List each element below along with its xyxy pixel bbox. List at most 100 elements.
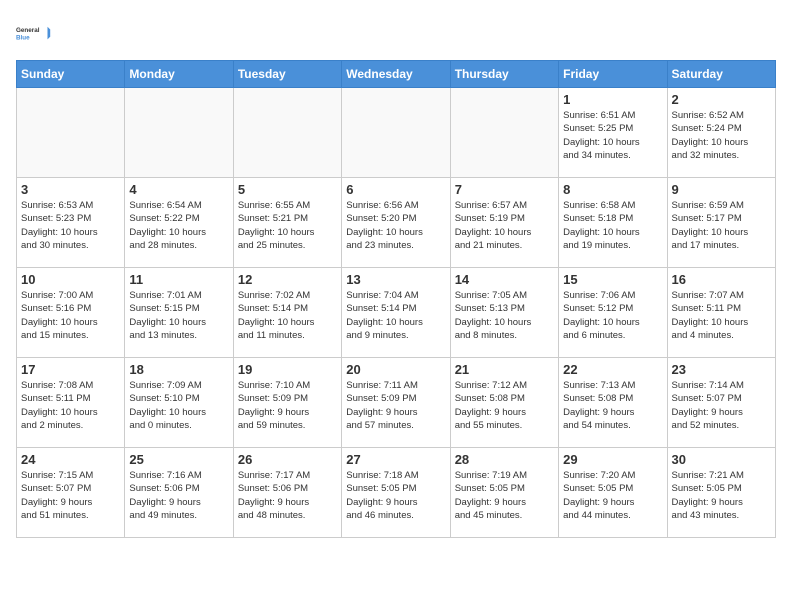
day-info: Sunrise: 7:16 AM Sunset: 5:06 PM Dayligh… bbox=[129, 469, 228, 522]
day-number: 8 bbox=[563, 182, 662, 197]
calendar-cell: 12 Sunrise: 7:02 AM Sunset: 5:14 PM Dayli… bbox=[233, 268, 341, 358]
day-info: Sunrise: 6:53 AM Sunset: 5:23 PM Dayligh… bbox=[21, 199, 120, 252]
calendar-body: 1 Sunrise: 6:51 AM Sunset: 5:25 PM Daylig… bbox=[17, 88, 776, 538]
calendar-cell: 30 Sunrise: 7:21 AM Sunset: 5:05 PM Dayli… bbox=[667, 448, 775, 538]
calendar-cell: 17 Sunrise: 7:08 AM Sunset: 5:11 PM Dayli… bbox=[17, 358, 125, 448]
day-number: 28 bbox=[455, 452, 554, 467]
calendar-cell: 22Sunrise: 7:13 AM Sunset: 5:08 PM Dayli… bbox=[559, 358, 667, 448]
day-info: Sunrise: 6:54 AM Sunset: 5:22 PM Dayligh… bbox=[129, 199, 228, 252]
day-info: Sunrise: 7:17 AM Sunset: 5:06 PM Dayligh… bbox=[238, 469, 337, 522]
day-info: Sunrise: 6:57 AM Sunset: 5:19 PM Dayligh… bbox=[455, 199, 554, 252]
week-row-3: 10Sunrise: 7:00 AM Sunset: 5:16 PM Dayli… bbox=[17, 268, 776, 358]
day-number: 27 bbox=[346, 452, 445, 467]
weekday-row: SundayMondayTuesdayWednesdayThursdayFrid… bbox=[17, 61, 776, 88]
week-row-4: 17 Sunrise: 7:08 AM Sunset: 5:11 PM Dayli… bbox=[17, 358, 776, 448]
day-number: 30 bbox=[672, 452, 771, 467]
logo: General Blue bbox=[16, 16, 52, 52]
svg-text:General: General bbox=[16, 27, 40, 34]
day-number: 6 bbox=[346, 182, 445, 197]
day-number: 14 bbox=[455, 272, 554, 287]
calendar-cell: 21Sunrise: 7:12 AM Sunset: 5:08 PM Dayli… bbox=[450, 358, 558, 448]
day-number: 25 bbox=[129, 452, 228, 467]
calendar-cell: 14 Sunrise: 7:05 AM Sunset: 5:13 PM Dayli… bbox=[450, 268, 558, 358]
day-info: Sunrise: 7:20 AM Sunset: 5:05 PM Dayligh… bbox=[563, 469, 662, 522]
day-number: 1 bbox=[563, 92, 662, 107]
calendar-cell: 15 Sunrise: 7:06 AM Sunset: 5:12 PM Dayli… bbox=[559, 268, 667, 358]
day-info: Sunrise: 7:00 AM Sunset: 5:16 PM Dayligh… bbox=[21, 289, 120, 342]
calendar-cell: 27Sunrise: 7:18 AM Sunset: 5:05 PM Dayli… bbox=[342, 448, 450, 538]
day-info: Sunrise: 7:02 AM Sunset: 5:14 PM Dayligh… bbox=[238, 289, 337, 342]
weekday-header-wednesday: Wednesday bbox=[342, 61, 450, 88]
weekday-header-thursday: Thursday bbox=[450, 61, 558, 88]
calendar-cell: 24Sunrise: 7:15 AM Sunset: 5:07 PM Dayli… bbox=[17, 448, 125, 538]
day-info: Sunrise: 7:21 AM Sunset: 5:05 PM Dayligh… bbox=[672, 469, 771, 522]
day-number: 17 bbox=[21, 362, 120, 377]
page-header: General Blue bbox=[16, 16, 776, 52]
svg-text:Blue: Blue bbox=[16, 34, 30, 41]
day-info: Sunrise: 7:08 AM Sunset: 5:11 PM Dayligh… bbox=[21, 379, 120, 432]
weekday-header-tuesday: Tuesday bbox=[233, 61, 341, 88]
day-number: 7 bbox=[455, 182, 554, 197]
day-info: Sunrise: 7:01 AM Sunset: 5:15 PM Dayligh… bbox=[129, 289, 228, 342]
calendar-cell: 8 Sunrise: 6:58 AM Sunset: 5:18 PM Daylig… bbox=[559, 178, 667, 268]
day-number: 16 bbox=[672, 272, 771, 287]
calendar-cell: 20 Sunrise: 7:11 AM Sunset: 5:09 PM Dayli… bbox=[342, 358, 450, 448]
calendar-cell: 11 Sunrise: 7:01 AM Sunset: 5:15 PM Dayli… bbox=[125, 268, 233, 358]
day-info: Sunrise: 7:06 AM Sunset: 5:12 PM Dayligh… bbox=[563, 289, 662, 342]
weekday-header-saturday: Saturday bbox=[667, 61, 775, 88]
day-number: 15 bbox=[563, 272, 662, 287]
day-info: Sunrise: 6:58 AM Sunset: 5:18 PM Dayligh… bbox=[563, 199, 662, 252]
calendar-cell bbox=[17, 88, 125, 178]
calendar-cell: 6 Sunrise: 6:56 AM Sunset: 5:20 PM Daylig… bbox=[342, 178, 450, 268]
calendar-cell: 25 Sunrise: 7:16 AM Sunset: 5:06 PM Dayli… bbox=[125, 448, 233, 538]
day-info: Sunrise: 7:09 AM Sunset: 5:10 PM Dayligh… bbox=[129, 379, 228, 432]
calendar-cell: 5 Sunrise: 6:55 AM Sunset: 5:21 PM Daylig… bbox=[233, 178, 341, 268]
day-number: 18 bbox=[129, 362, 228, 377]
day-number: 20 bbox=[346, 362, 445, 377]
day-info: Sunrise: 7:04 AM Sunset: 5:14 PM Dayligh… bbox=[346, 289, 445, 342]
calendar-cell: 4 Sunrise: 6:54 AM Sunset: 5:22 PM Daylig… bbox=[125, 178, 233, 268]
calendar-cell: 13 Sunrise: 7:04 AM Sunset: 5:14 PM Dayli… bbox=[342, 268, 450, 358]
day-number: 19 bbox=[238, 362, 337, 377]
day-info: Sunrise: 7:10 AM Sunset: 5:09 PM Dayligh… bbox=[238, 379, 337, 432]
week-row-5: 24Sunrise: 7:15 AM Sunset: 5:07 PM Dayli… bbox=[17, 448, 776, 538]
calendar-cell bbox=[233, 88, 341, 178]
day-info: Sunrise: 7:12 AM Sunset: 5:08 PM Dayligh… bbox=[455, 379, 554, 432]
logo-icon: General Blue bbox=[16, 16, 52, 52]
day-info: Sunrise: 7:11 AM Sunset: 5:09 PM Dayligh… bbox=[346, 379, 445, 432]
day-info: Sunrise: 6:55 AM Sunset: 5:21 PM Dayligh… bbox=[238, 199, 337, 252]
week-row-1: 1 Sunrise: 6:51 AM Sunset: 5:25 PM Daylig… bbox=[17, 88, 776, 178]
day-info: Sunrise: 7:19 AM Sunset: 5:05 PM Dayligh… bbox=[455, 469, 554, 522]
day-number: 11 bbox=[129, 272, 228, 287]
day-info: Sunrise: 7:14 AM Sunset: 5:07 PM Dayligh… bbox=[672, 379, 771, 432]
day-number: 13 bbox=[346, 272, 445, 287]
day-info: Sunrise: 6:51 AM Sunset: 5:25 PM Dayligh… bbox=[563, 109, 662, 162]
calendar-cell: 1 Sunrise: 6:51 AM Sunset: 5:25 PM Daylig… bbox=[559, 88, 667, 178]
calendar-cell bbox=[450, 88, 558, 178]
day-info: Sunrise: 6:52 AM Sunset: 5:24 PM Dayligh… bbox=[672, 109, 771, 162]
calendar-cell bbox=[342, 88, 450, 178]
weekday-header-monday: Monday bbox=[125, 61, 233, 88]
calendar-header: SundayMondayTuesdayWednesdayThursdayFrid… bbox=[17, 61, 776, 88]
day-number: 3 bbox=[21, 182, 120, 197]
calendar-cell: 28 Sunrise: 7:19 AM Sunset: 5:05 PM Dayli… bbox=[450, 448, 558, 538]
day-info: Sunrise: 7:05 AM Sunset: 5:13 PM Dayligh… bbox=[455, 289, 554, 342]
weekday-header-sunday: Sunday bbox=[17, 61, 125, 88]
calendar-cell: 2Sunrise: 6:52 AM Sunset: 5:24 PM Daylig… bbox=[667, 88, 775, 178]
calendar-cell: 26 Sunrise: 7:17 AM Sunset: 5:06 PM Dayli… bbox=[233, 448, 341, 538]
day-number: 26 bbox=[238, 452, 337, 467]
day-info: Sunrise: 7:07 AM Sunset: 5:11 PM Dayligh… bbox=[672, 289, 771, 342]
calendar-cell: 3 Sunrise: 6:53 AM Sunset: 5:23 PM Daylig… bbox=[17, 178, 125, 268]
calendar-cell: 19 Sunrise: 7:10 AM Sunset: 5:09 PM Dayli… bbox=[233, 358, 341, 448]
calendar-cell: 7 Sunrise: 6:57 AM Sunset: 5:19 PM Daylig… bbox=[450, 178, 558, 268]
day-number: 23 bbox=[672, 362, 771, 377]
day-info: Sunrise: 7:15 AM Sunset: 5:07 PM Dayligh… bbox=[21, 469, 120, 522]
day-info: Sunrise: 6:56 AM Sunset: 5:20 PM Dayligh… bbox=[346, 199, 445, 252]
calendar-cell: 9Sunrise: 6:59 AM Sunset: 5:17 PM Daylig… bbox=[667, 178, 775, 268]
week-row-2: 3 Sunrise: 6:53 AM Sunset: 5:23 PM Daylig… bbox=[17, 178, 776, 268]
day-number: 5 bbox=[238, 182, 337, 197]
day-number: 4 bbox=[129, 182, 228, 197]
calendar-cell: 10Sunrise: 7:00 AM Sunset: 5:16 PM Dayli… bbox=[17, 268, 125, 358]
day-number: 12 bbox=[238, 272, 337, 287]
calendar-cell: 29Sunrise: 7:20 AM Sunset: 5:05 PM Dayli… bbox=[559, 448, 667, 538]
